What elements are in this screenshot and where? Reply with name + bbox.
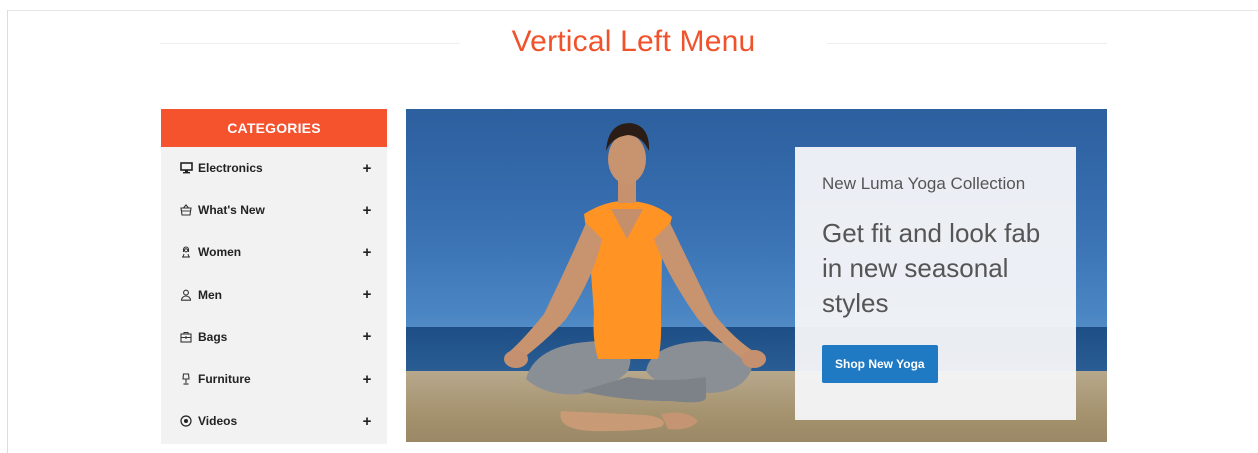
- expand-plus-icon[interactable]: +: [361, 286, 373, 303]
- promo-card: New Luma Yoga Collection Get fit and loo…: [795, 147, 1076, 420]
- sidebar-item-label: Furniture: [198, 372, 251, 387]
- sidebar-item-men[interactable]: Men +: [161, 274, 387, 316]
- sidebar-item-label: Videos: [198, 414, 238, 429]
- sidebar-item-women[interactable]: Women +: [161, 231, 387, 273]
- bag-icon: [179, 330, 193, 344]
- categories-menu: CATEGORIES Electronics + What's New + Wo…: [161, 109, 387, 444]
- title-divider-right: [827, 43, 1107, 44]
- expand-plus-icon[interactable]: +: [361, 202, 373, 219]
- shop-new-yoga-button[interactable]: Shop New Yoga: [822, 345, 938, 383]
- sidebar-item-videos[interactable]: Videos +: [161, 400, 387, 442]
- basket-icon: [179, 203, 193, 217]
- sidebar-item-bags[interactable]: Bags +: [161, 316, 387, 358]
- lamp-icon: [179, 372, 193, 386]
- page-title: Vertical Left Menu: [511, 25, 756, 58]
- sidebar-item-label: Bags: [198, 329, 228, 344]
- categories-header: CATEGORIES: [161, 109, 387, 147]
- play-icon: [179, 414, 193, 428]
- woman-icon: [179, 245, 193, 259]
- sidebar-item-electronics[interactable]: Electronics +: [161, 147, 387, 189]
- expand-plus-icon[interactable]: +: [361, 328, 373, 345]
- promo-headline: Get fit and look fab in new seasonal sty…: [822, 218, 1041, 318]
- sidebar-item-furniture[interactable]: Furniture +: [161, 358, 387, 400]
- promo-subtitle: New Luma Yoga Collection: [822, 174, 1026, 193]
- expand-plus-icon[interactable]: +: [361, 244, 373, 261]
- sidebar-item-label: What's New: [198, 203, 265, 218]
- sidebar-item-whats-new[interactable]: What's New +: [161, 189, 387, 231]
- sidebar-item-label: Women: [198, 245, 242, 260]
- expand-plus-icon[interactable]: +: [361, 371, 373, 388]
- monitor-icon: [179, 161, 193, 175]
- section-header: Vertical Left Menu: [160, 22, 1107, 66]
- expand-plus-icon[interactable]: +: [361, 413, 373, 430]
- sidebar-item-label: Electronics: [198, 161, 263, 176]
- expand-plus-icon[interactable]: +: [361, 160, 373, 177]
- sidebar-item-label: Men: [198, 287, 222, 302]
- man-icon: [179, 288, 193, 302]
